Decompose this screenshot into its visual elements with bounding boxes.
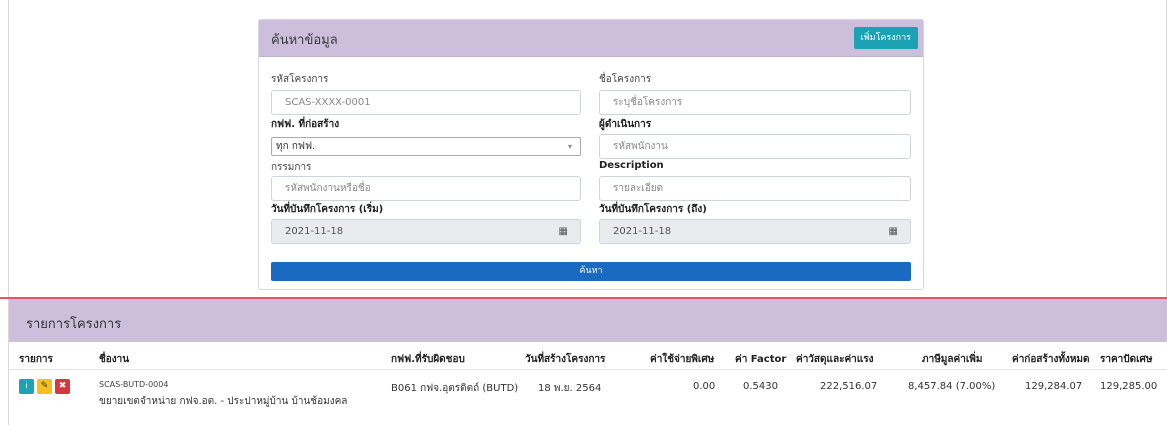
trash-icon: ✖ xyxy=(58,381,67,391)
date-from-value: 2021-11-18 xyxy=(285,226,344,237)
column-header: ค่า Factor xyxy=(735,354,787,365)
date-to-label: วันที่บันทึกโครงการ (ถึง) xyxy=(599,204,707,215)
description-label: Description xyxy=(599,160,664,171)
row-special-cost: 0.00 xyxy=(693,381,716,392)
column-header: ค่าก่อสร้างทั้งหมด xyxy=(1012,354,1090,365)
calendar-icon[interactable]: ▦ xyxy=(559,220,568,243)
edit-icon: ✎ xyxy=(40,381,49,391)
search-panel: ค้นหาข้อมูล เพิ่มโครงการ รหัสโครงการ SCA… xyxy=(258,19,924,290)
search-panel-title: ค้นหาข้อมูล xyxy=(271,33,338,48)
date-to-value: 2021-11-18 xyxy=(613,226,672,237)
column-header: ราคาปัดเศษ xyxy=(1100,354,1153,365)
project-code-label: รหัสโครงการ xyxy=(271,74,329,85)
date-from-label: วันที่บันทึกโครงการ (เริ่ม) xyxy=(271,204,384,215)
header-rule xyxy=(9,369,1167,370)
search-panel-header: ค้นหาข้อมูล เพิ่มโครงการ xyxy=(259,20,923,57)
operator-label: ผู้ดำเนินการ xyxy=(599,119,652,130)
committee-input[interactable]: รหัสพนักงานหรือชื่อ xyxy=(271,176,581,201)
project-list-panel: รายการโครงการ รายการ ชื่องาน กฟฟ.ที่รับผ… xyxy=(8,299,1167,425)
pea-select[interactable]: ทุก กฟฟ. ▾ xyxy=(271,137,581,156)
pea-select-value: ทุก กฟฟ. xyxy=(276,141,316,152)
row-project-code: SCAS-BUTD-0004 xyxy=(99,380,169,389)
date-from-input[interactable]: 2021-11-18 ▦ xyxy=(271,219,581,244)
row-vat: 8,457.84 (7.00%) xyxy=(908,381,996,392)
row-project-name: ขยายเขตจำหน่าย กฟจ.อต. - ประปาหมู่บ้าน บ… xyxy=(99,396,348,407)
column-header: ชื่องาน xyxy=(99,354,130,365)
description-input[interactable]: รายละเอียด xyxy=(599,176,911,201)
operator-input[interactable]: รหัสพนักงาน xyxy=(599,134,911,159)
column-header: รายการ xyxy=(19,354,53,365)
row-total: 129,284.07 xyxy=(1025,381,1083,392)
column-header: ค่าใช้จ่ายพิเศษ xyxy=(650,354,715,365)
project-name-label: ชื่อโครงการ xyxy=(599,74,652,85)
column-header: วันที่สร้างโครงการ xyxy=(525,354,606,365)
chevron-down-icon: ▾ xyxy=(567,142,572,151)
edit-button[interactable]: ✎ xyxy=(37,379,52,394)
row-created: 18 พ.ย. 2564 xyxy=(538,383,602,394)
row-rounded: 129,285.00 xyxy=(1100,381,1158,392)
committee-label: กรรมการ xyxy=(271,162,312,173)
column-header: ภาษีมูลค่าเพิ่ม xyxy=(922,354,983,365)
info-button[interactable]: i xyxy=(19,379,34,394)
search-button[interactable]: ค้นหา xyxy=(271,262,911,281)
calendar-icon[interactable]: ▦ xyxy=(889,220,898,243)
date-to-input[interactable]: 2021-11-18 ▦ xyxy=(599,219,911,244)
pea-label: กฟฟ. ที่ก่อสร้าง xyxy=(271,119,340,130)
row-factor: 0.5430 xyxy=(743,381,778,392)
project-list-header: รายการโครงการ xyxy=(9,299,1167,342)
column-header: กฟฟ.ที่รับผิดชอบ xyxy=(391,354,465,365)
project-code-input[interactable]: SCAS-XXXX-0001 xyxy=(271,90,581,115)
row-material-labor: 222,516.07 xyxy=(820,381,878,392)
row-pea: B061 กฟจ.อุตรดิตถ์ (BUTD) xyxy=(391,383,519,394)
info-icon: i xyxy=(25,381,28,391)
column-header: ค่าวัสดุและค่าแรง xyxy=(796,354,874,365)
project-list-title: รายการโครงการ xyxy=(26,317,122,332)
delete-button[interactable]: ✖ xyxy=(55,379,70,394)
add-project-button[interactable]: เพิ่มโครงการ xyxy=(853,27,918,49)
project-name-input[interactable]: ระบุชื่อโครงการ xyxy=(599,90,911,115)
